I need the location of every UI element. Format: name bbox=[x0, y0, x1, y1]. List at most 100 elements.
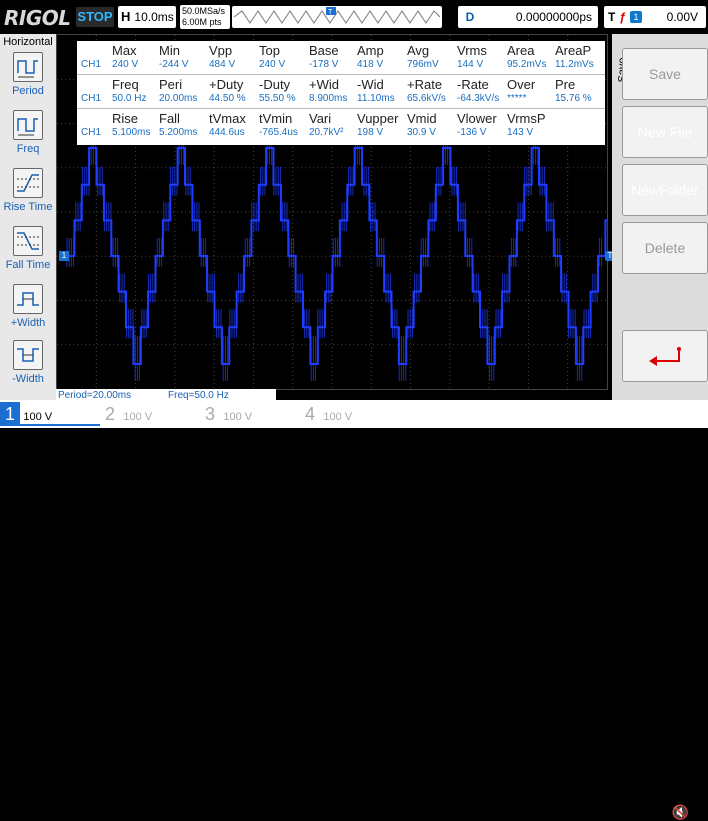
measurement-value: 484 V bbox=[209, 59, 236, 70]
measurement-header: Area bbox=[507, 43, 535, 58]
measurement-header: Vupper bbox=[357, 111, 399, 126]
measurement-value: 55.50 % bbox=[259, 93, 296, 104]
measurement-channel: CH1 bbox=[81, 127, 102, 138]
menu-item-period[interactable]: Period bbox=[3, 52, 53, 97]
ch1-offset-marker[interactable]: 1 bbox=[59, 251, 69, 261]
measurement-header: tVmax bbox=[209, 111, 246, 126]
channel-scale: 100 V bbox=[323, 411, 353, 423]
negative-width-icon bbox=[13, 340, 43, 370]
measurement-header: Pre bbox=[555, 77, 576, 92]
measurement-value-row: CH1 5.100ms 5.200ms 444.6us -765.4us 20.7kV² 1… bbox=[77, 127, 605, 140]
channel-4-tab[interactable]: 4 100 V bbox=[300, 402, 400, 426]
measurement-header: Vlower bbox=[457, 111, 497, 126]
channel-scale: 100 V bbox=[223, 411, 253, 423]
new-folder-button[interactable]: NewFolder bbox=[622, 164, 708, 216]
horizontal-delay-display[interactable]: D 0.00000000ps bbox=[458, 6, 598, 28]
trigger-label: T bbox=[608, 10, 616, 24]
measurement-value: -178 V bbox=[309, 59, 339, 70]
measurement-value: 144 V bbox=[457, 59, 484, 70]
measurement-value: -765.4us bbox=[259, 127, 298, 138]
positive-width-icon bbox=[13, 284, 43, 314]
measurement-header: Rise bbox=[112, 111, 139, 126]
measurement-value: 20.00ms bbox=[159, 93, 198, 104]
trigger-position-strip[interactable]: T bbox=[232, 6, 442, 28]
measurement-header: Freq bbox=[112, 77, 139, 92]
sample-info: 50.0MSa/s 6.00M pts bbox=[180, 5, 230, 29]
delay-label: D bbox=[465, 10, 475, 24]
delete-button[interactable]: Delete bbox=[622, 222, 708, 274]
menu-item-rise-time[interactable]: Rise Time bbox=[3, 168, 53, 213]
measurement-header: Vari bbox=[309, 111, 332, 126]
measurement-value: 50.0 Hz bbox=[112, 93, 147, 104]
timebase-display[interactable]: H 10.0ms bbox=[118, 6, 176, 28]
divider bbox=[77, 74, 605, 75]
menu-title: Horizontal bbox=[3, 36, 53, 48]
channel-bar: 1 100 V 2 100 V 3 100 V 4 100 V ⇆ 🔇 bbox=[0, 400, 708, 820]
measurement-value: 11.2mVs bbox=[555, 59, 594, 70]
measurement-value: 11.10ms bbox=[357, 93, 395, 104]
save-button[interactable]: Save bbox=[622, 48, 708, 100]
trigger-display[interactable]: Tƒ 1 0.00V bbox=[604, 6, 706, 28]
measurement-value: 240 V bbox=[112, 59, 139, 70]
freq-icon bbox=[13, 110, 43, 140]
run-stop-status[interactable]: STOP bbox=[76, 7, 114, 27]
measurement-header: Top bbox=[259, 43, 280, 58]
measurement-value-row: CH1 240 V -244 V 484 V 240 V -178 V 418 V 796mV… bbox=[77, 59, 605, 72]
measurement-header: -Duty bbox=[259, 77, 291, 92]
timebase-value: 10.0ms bbox=[134, 10, 174, 24]
channel-number: 4 bbox=[304, 404, 315, 424]
measurement-header: Min bbox=[159, 43, 180, 58]
return-arrow-icon bbox=[649, 347, 681, 366]
menu-item-label: Fall Time bbox=[5, 259, 51, 271]
channel-2-tab[interactable]: 2 100 V bbox=[100, 402, 200, 426]
menu-item-label: +Width bbox=[10, 317, 46, 329]
measurement-value: -244 V bbox=[159, 59, 189, 70]
save-menu: Save Save New File NewFolder Delete bbox=[612, 34, 708, 400]
measurement-header-row: Rise Fall tVmax tVmin Vari Vupper Vmid Vlower Vr… bbox=[77, 111, 605, 126]
menu-item-positive-width[interactable]: +Width bbox=[3, 284, 53, 329]
measurement-value-row: CH1 50.0 Hz 20.00ms 44.50 % 55.50 % 8.900ms 11… bbox=[77, 93, 605, 106]
channel-1-tab[interactable]: 1 100 V bbox=[0, 402, 100, 426]
measurement-header: Over bbox=[507, 77, 536, 92]
channel-scale: 100 V bbox=[123, 411, 153, 423]
measurement-header: Peri bbox=[159, 77, 183, 92]
measurement-header: -Rate bbox=[457, 77, 489, 92]
measurement-value: ***** bbox=[507, 93, 527, 104]
measurement-value: 5.200ms bbox=[159, 127, 198, 138]
new-file-button[interactable]: New File bbox=[622, 106, 708, 158]
memory-depth: 6.00M pts bbox=[182, 17, 222, 27]
menu-item-fall-time[interactable]: Fall Time bbox=[3, 226, 53, 271]
menu-item-negative-width[interactable]: -Width bbox=[3, 340, 53, 385]
measurement-header: AreaP bbox=[555, 43, 592, 58]
measurement-table: Max Min Vpp Top Base Amp Avg Vrms Area AreaP CH1 24… bbox=[77, 41, 605, 145]
measurement-value: 30.9 V bbox=[407, 127, 436, 138]
back-button[interactable] bbox=[622, 330, 708, 382]
usb-speaker-icon[interactable]: ⇆ 🔇 bbox=[656, 804, 689, 821]
brand-logo: RIGOL bbox=[4, 6, 71, 30]
measurement-header: Vpp bbox=[209, 43, 233, 58]
measurement-header-row: Freq Peri +Duty -Duty +Wid -Wid +Rate -Rate Over… bbox=[77, 77, 605, 92]
measurement-value: -136 V bbox=[457, 127, 487, 138]
menu-item-label: -Width bbox=[12, 373, 44, 385]
waveform-display[interactable]: 1 T Max Min Vpp Top Base Amp Avg Vrms Area AreaP C… bbox=[56, 34, 615, 390]
channel-scale: 100 V bbox=[23, 411, 53, 423]
menu-item-freq[interactable]: Freq bbox=[3, 110, 53, 155]
measurement-value: 796mV bbox=[407, 59, 439, 70]
measurement-header: Amp bbox=[357, 43, 384, 58]
measurement-header: -Wid bbox=[357, 77, 384, 92]
menu-item-label: Freq bbox=[16, 143, 40, 155]
channel-number: 3 bbox=[204, 404, 215, 424]
measurement-value: 198 V bbox=[357, 127, 384, 138]
trigger-source: 1 bbox=[630, 11, 643, 23]
measurement-header: Vmid bbox=[407, 111, 437, 126]
measurement-value: 20.7kV² bbox=[309, 127, 344, 138]
measurement-value: 15.76 % bbox=[555, 93, 592, 104]
menu-item-label: Period bbox=[12, 85, 44, 97]
channel-3-tab[interactable]: 3 100 V bbox=[200, 402, 300, 426]
channel-number: 2 bbox=[104, 404, 115, 424]
fall-time-icon bbox=[13, 226, 43, 256]
measurement-value: 8.900ms bbox=[309, 93, 348, 104]
measurement-header: +Rate bbox=[407, 77, 443, 92]
waveform-overview-icon: T bbox=[233, 7, 441, 24]
measurement-header: Base bbox=[309, 43, 339, 58]
